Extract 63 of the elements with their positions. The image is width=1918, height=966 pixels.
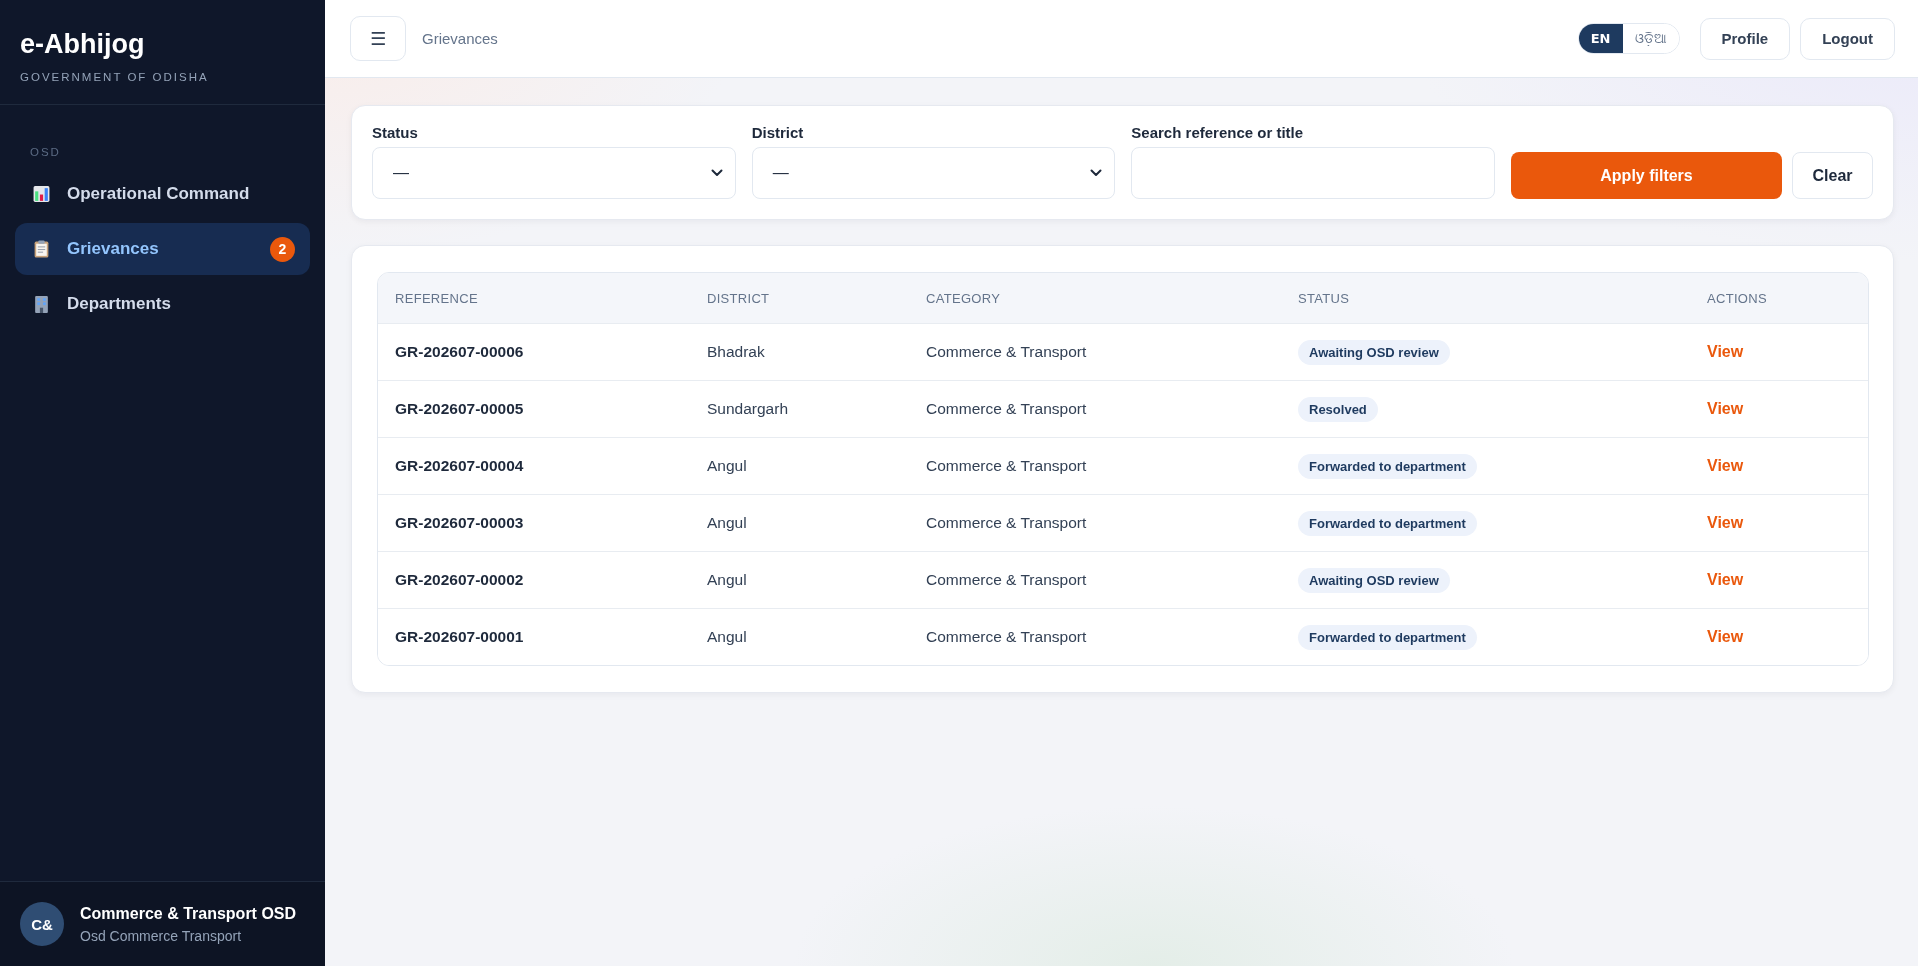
status-pill: Forwarded to department [1298, 453, 1477, 479]
breadcrumb: Grievances [422, 30, 498, 47]
district-text: Angul [707, 514, 747, 532]
column-header: REFERENCE [394, 290, 479, 306]
column-header: STATUS [1297, 290, 1351, 306]
district-text: Angul [707, 457, 747, 475]
view-link[interactable]: View [1707, 628, 1744, 646]
chevron-down-icon [1090, 169, 1103, 177]
column-header: ACTIONS [1706, 290, 1768, 306]
view-link[interactable]: View [1707, 400, 1744, 418]
column-header: DISTRICT [706, 290, 771, 306]
apply-filters-button[interactable]: Apply filters [1511, 152, 1782, 199]
district-text: Sundargarh [707, 400, 788, 418]
clear-button[interactable]: Clear [1792, 152, 1873, 199]
reference-text: GR-202607-00002 [395, 571, 524, 589]
status-pill: Forwarded to department [1298, 510, 1477, 536]
user-role: Osd Commerce Transport [80, 926, 243, 945]
search-field[interactable] [1131, 147, 1495, 199]
reference-text: GR-202607-00005 [395, 400, 524, 418]
chevron-down-icon [710, 169, 723, 177]
field-label: Search reference or title [1131, 124, 1304, 142]
select-field[interactable]: — [751, 147, 1116, 199]
district-text: Bhadrak [707, 343, 765, 361]
category-text: Commerce & Transport [926, 628, 1087, 646]
logout-button[interactable]: Logout [1800, 17, 1895, 60]
reference-text: GR-202607-00003 [395, 514, 524, 532]
user-avatar: C& [20, 902, 64, 946]
count-badge: 2 [270, 236, 295, 262]
column-header: CATEGORY [925, 290, 1002, 306]
district-text: Angul [707, 571, 747, 589]
status-pill: Forwarded to department [1298, 624, 1477, 650]
status-pill: Awaiting OSD review [1298, 339, 1450, 365]
sidebar-item[interactable]: Grievances 2 [15, 223, 310, 275]
district-text: Angul [707, 628, 747, 646]
field-label: Status [372, 124, 418, 142]
section-label: OSD [30, 145, 61, 160]
sidebar-item[interactable]: Departments [15, 278, 310, 330]
menu-button[interactable]: ☰ [350, 16, 406, 61]
status-pill: Awaiting OSD review [1298, 567, 1450, 593]
clipboard-icon [33, 240, 50, 258]
category-text: Commerce & Transport [926, 343, 1087, 361]
field-label: District [751, 124, 804, 142]
category-text: Commerce & Transport [926, 571, 1087, 589]
reference-text: GR-202607-00004 [395, 457, 524, 475]
view-link[interactable]: View [1707, 343, 1744, 361]
language-option[interactable]: EN [1578, 24, 1623, 53]
app-title: e-Abhijog [20, 28, 146, 60]
category-text: Commerce & Transport [926, 514, 1087, 532]
reference-text: GR-202607-00006 [395, 343, 524, 361]
category-text: Commerce & Transport [926, 400, 1087, 418]
view-link[interactable]: View [1707, 457, 1744, 475]
status-pill: Resolved [1298, 396, 1378, 422]
view-link[interactable]: View [1707, 571, 1744, 589]
profile-button[interactable]: Profile [1699, 17, 1791, 60]
user-name: Commerce & Transport OSD [80, 903, 297, 924]
bar-chart-icon [33, 185, 50, 203]
reference-text: GR-202607-00001 [395, 628, 524, 646]
sidebar-item[interactable]: Operational Command [15, 168, 310, 220]
office-building-icon [33, 295, 50, 313]
select-field[interactable]: — [372, 147, 736, 199]
app-subtitle: GOVERNMENT OF ODISHA [20, 70, 210, 84]
category-text: Commerce & Transport [926, 457, 1087, 475]
view-link[interactable]: View [1707, 514, 1744, 532]
